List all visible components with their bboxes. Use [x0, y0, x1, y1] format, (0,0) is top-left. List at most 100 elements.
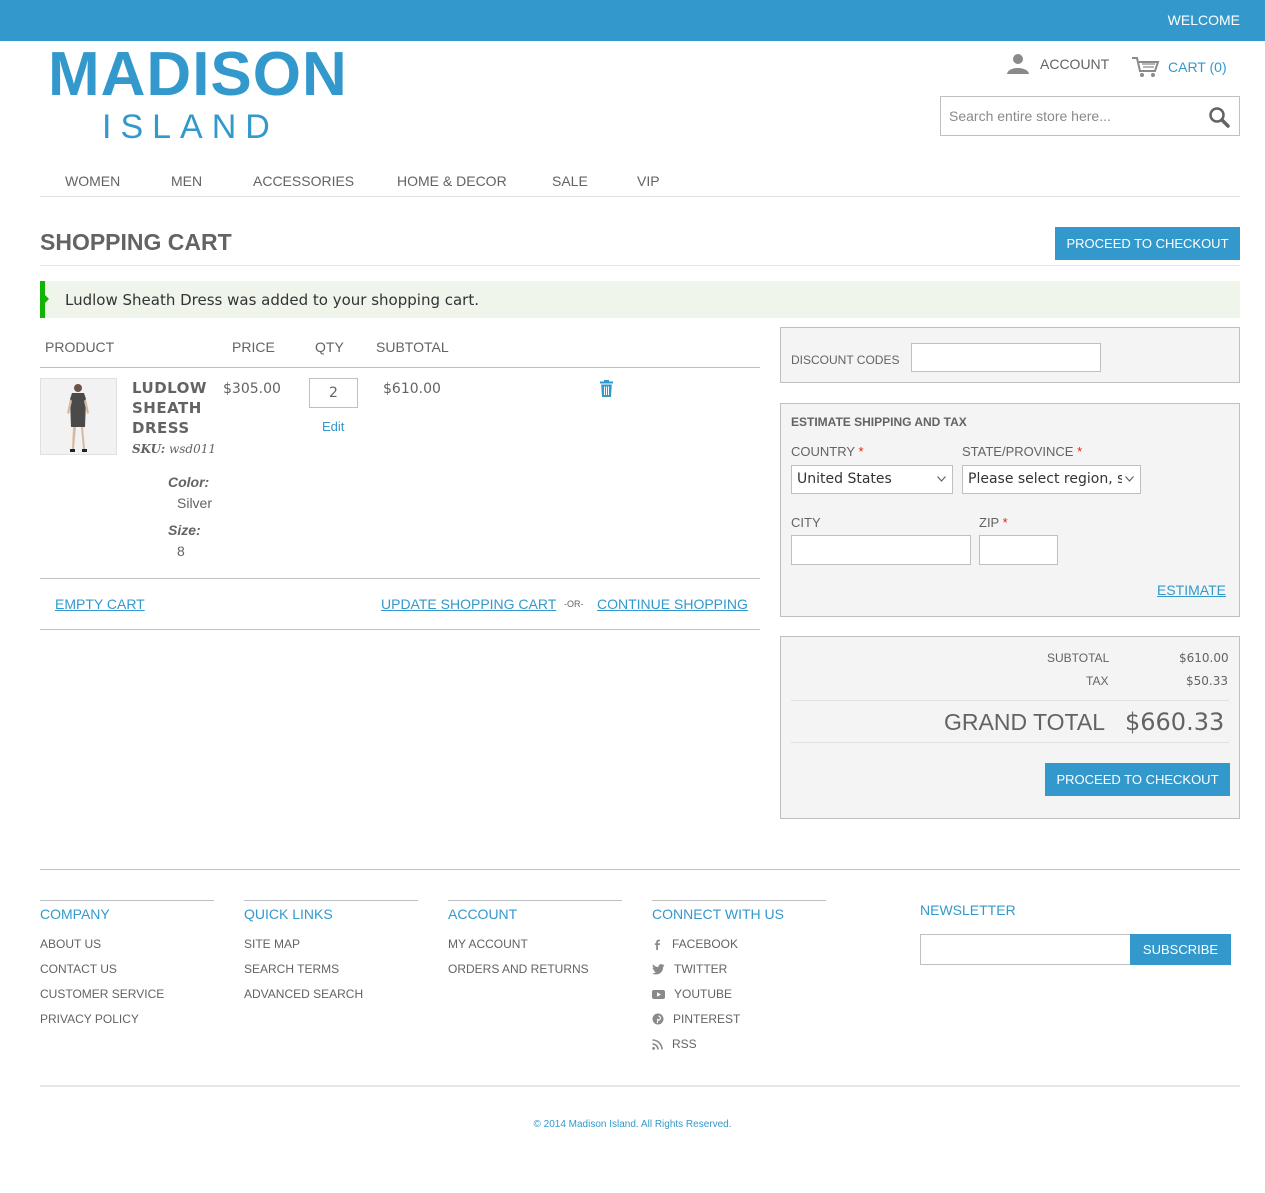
youtube-icon: [652, 989, 665, 999]
totals-divider-top: [791, 700, 1229, 701]
option-size-label: Size:: [168, 522, 201, 538]
pinterest-label: PINTEREST: [673, 1012, 741, 1026]
footer-link-pinterest[interactable]: PINTEREST: [652, 1012, 740, 1026]
footer-link-advanced-search[interactable]: ADVANCED SEARCH: [244, 987, 363, 1001]
title-divider: [40, 265, 1240, 266]
footer-link-search-terms[interactable]: SEARCH TERMS: [244, 962, 339, 976]
nav-item-accessories[interactable]: ACCESSORIES: [253, 173, 354, 189]
subscribe-button[interactable]: SUBSCRIBE: [1130, 934, 1231, 965]
option-size-value: 8: [177, 543, 185, 559]
zip-label-text: ZIP: [979, 515, 999, 530]
nav-item-sale[interactable]: SALE: [552, 173, 588, 189]
empty-cart-link[interactable]: EMPTY CART: [55, 596, 145, 612]
dress-thumbnail: [41, 379, 116, 454]
or-separator: -OR-: [564, 599, 584, 609]
column-header-subtotal: SUBTOTAL: [376, 339, 449, 355]
edit-item-link[interactable]: Edit: [322, 419, 344, 434]
subtotal-value: $610.00: [1179, 651, 1229, 665]
footer-company: COMPANY ABOUT US CONTACT US CUSTOMER SER…: [40, 900, 214, 1026]
grand-total-value: $660.33: [1125, 708, 1225, 736]
cart-link[interactable]: CART (0): [1131, 55, 1227, 79]
sku-value: wsd011: [168, 442, 216, 456]
footer-link-twitter[interactable]: TWITTER: [652, 962, 727, 976]
chevron-down-icon: [937, 476, 946, 482]
user-icon: [1007, 54, 1029, 74]
continue-shopping-link[interactable]: CONTINUE SHOPPING: [597, 596, 748, 612]
estimate-link[interactable]: ESTIMATE: [1157, 582, 1226, 598]
shipping-estimate-panel: ESTIMATE SHIPPING AND TAX COUNTRY * Unit…: [780, 403, 1240, 617]
zip-input[interactable]: [979, 535, 1058, 565]
page-title: SHOPPING CART: [40, 229, 232, 255]
footer-connect-heading: CONNECT WITH US: [652, 906, 784, 922]
rss-icon: [652, 1038, 663, 1050]
footer-link-site-map[interactable]: SITE MAP: [244, 937, 300, 951]
footer-link-contact-us[interactable]: CONTACT US: [40, 962, 117, 976]
logo-line-2: ISLAND: [102, 108, 279, 146]
city-input[interactable]: [791, 535, 971, 565]
region-select-value: Please select region, state or province: [968, 471, 1122, 487]
zip-label: ZIP *: [979, 515, 1008, 530]
facebook-icon: [654, 939, 660, 950]
table-header-divider: [40, 367, 760, 368]
account-label: ACCOUNT: [1040, 56, 1110, 72]
logo-line-1: MADISON: [48, 40, 348, 109]
cart-actions-divider-top: [40, 578, 760, 579]
footer-link-facebook[interactable]: FACEBOOK: [652, 937, 738, 951]
footer-account: ACCOUNT MY ACCOUNT ORDERS AND RETURNS: [448, 900, 622, 976]
footer-link-privacy-policy[interactable]: PRIVACY POLICY: [40, 1012, 139, 1026]
country-required-mark: *: [858, 444, 864, 459]
success-marker: [44, 294, 49, 304]
search-input[interactable]: [941, 97, 1191, 135]
update-cart-link[interactable]: UPDATE SHOPPING CART: [381, 596, 556, 612]
item-price: $305.00: [223, 381, 281, 397]
product-name-link[interactable]: LUDLOW SHEATH DRESS: [132, 378, 212, 438]
footer-quick-links: QUICK LINKS SITE MAP SEARCH TERMS ADVANC…: [244, 900, 418, 1001]
nav-item-women[interactable]: WOMEN: [65, 173, 120, 189]
rss-label: RSS: [672, 1037, 697, 1051]
footer-link-youtube[interactable]: YOUTUBE: [652, 987, 732, 1001]
footer-link-my-account[interactable]: MY ACCOUNT: [448, 937, 528, 951]
twitter-icon: [652, 963, 665, 974]
nav-item-home-decor[interactable]: HOME & DECOR: [397, 173, 507, 189]
item-subtotal: $610.00: [383, 381, 441, 397]
discount-code-input[interactable]: [911, 343, 1101, 372]
success-message-text: Ludlow Sheath Dress was added to your sh…: [65, 291, 480, 309]
cart-label: CART (0): [1168, 59, 1227, 75]
remove-item-icon[interactable]: [599, 380, 614, 397]
sku-label: SKU:: [132, 442, 166, 456]
footer-quick-links-heading: QUICK LINKS: [244, 906, 333, 922]
chevron-down-icon: [1125, 476, 1134, 482]
search-icon[interactable]: [1208, 106, 1230, 128]
success-message: Ludlow Sheath Dress was added to your sh…: [40, 281, 1240, 318]
cart-icon: [1132, 57, 1160, 77]
nav-item-vip[interactable]: VIP: [637, 173, 660, 189]
footer-link-rss[interactable]: RSS: [652, 1037, 697, 1051]
region-label: STATE/PROVINCE *: [962, 444, 1082, 459]
zip-required-mark: *: [1002, 515, 1008, 530]
site-logo[interactable]: MADISON ISLAND: [48, 44, 347, 148]
facebook-label: FACEBOOK: [672, 937, 739, 951]
product-image[interactable]: [40, 378, 117, 455]
region-select[interactable]: Please select region, state or province: [962, 465, 1141, 494]
twitter-label: TWITTER: [674, 962, 728, 976]
quantity-input[interactable]: [309, 378, 358, 408]
grand-total-label: GRAND TOTAL: [944, 709, 1106, 735]
newsletter-email-input[interactable]: [920, 934, 1131, 965]
proceed-to-checkout-bottom-button[interactable]: PROCEED TO CHECKOUT: [1045, 763, 1230, 796]
shipping-heading: ESTIMATE SHIPPING AND TAX: [791, 415, 967, 429]
pinterest-icon: [652, 1013, 664, 1025]
cart-actions-divider-bottom: [40, 629, 760, 630]
country-select[interactable]: United States: [791, 465, 953, 494]
footer-link-orders-returns[interactable]: ORDERS AND RETURNS: [448, 962, 589, 976]
nav-item-men[interactable]: MEN: [171, 173, 202, 189]
totals-panel: SUBTOTAL $610.00 TAX $50.33 GRAND TOTAL …: [780, 636, 1240, 819]
footer-link-customer-service[interactable]: CUSTOMER SERVICE: [40, 987, 164, 1001]
proceed-to-checkout-top-button[interactable]: PROCEED TO CHECKOUT: [1055, 227, 1240, 260]
country-label-text: COUNTRY: [791, 444, 855, 459]
totals-divider-bottom: [791, 742, 1229, 743]
account-link[interactable]: ACCOUNT: [1006, 52, 1109, 76]
top-bar: WELCOME: [0, 0, 1265, 41]
copyright-text: © 2014 Madison Island. All Rights Reserv…: [533, 1119, 732, 1130]
footer-bottom-divider: [40, 1085, 1240, 1087]
footer-link-about-us[interactable]: ABOUT US: [40, 937, 101, 951]
